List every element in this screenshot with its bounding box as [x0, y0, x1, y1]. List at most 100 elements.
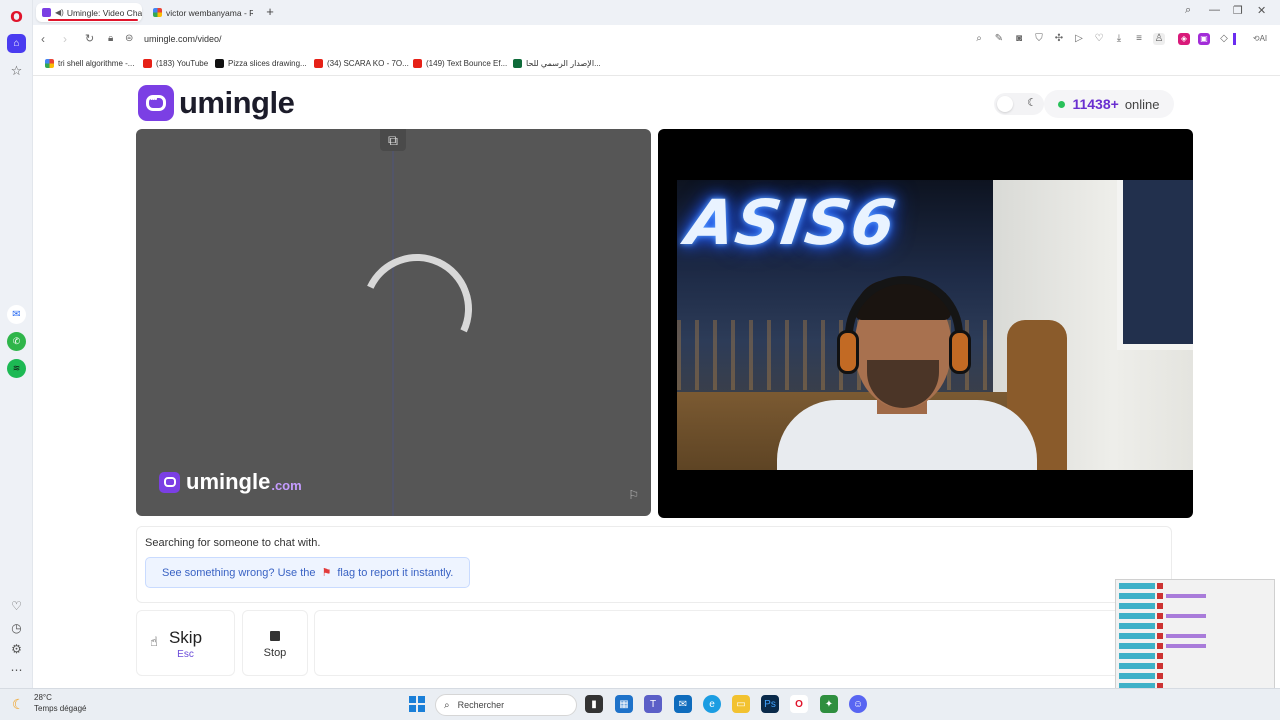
neon-sign-text: ASIS6	[681, 186, 901, 259]
chat-bubble-logo-icon	[159, 471, 180, 493]
weather-temperature[interactable]: 28°C	[34, 693, 52, 702]
calculator-app-icon[interactable]: ▦	[615, 695, 633, 713]
online-count: 11438+	[1072, 96, 1119, 112]
photoshop-app-icon[interactable]: Ps	[761, 695, 779, 713]
opera-app-icon[interactable]: O	[790, 695, 808, 713]
vpn-icon[interactable]: ◈	[1178, 33, 1190, 45]
notice-text-after: flag to report it instantly.	[337, 566, 454, 579]
notice-text-before: See something wrong? Use the	[162, 566, 316, 579]
youtube-icon	[314, 59, 323, 68]
search-placeholder: Rechercher	[457, 700, 505, 710]
star-icon[interactable]: ☆	[7, 61, 26, 80]
mail-app-icon[interactable]: ✉	[674, 695, 692, 713]
tab-umingle[interactable]: ◀) Umingle: Video Chat -	[36, 3, 142, 22]
more-icon[interactable]: ⋯	[7, 660, 26, 679]
back-icon[interactable]: ‹	[41, 32, 45, 46]
terminal-app-icon[interactable]: ▮	[585, 695, 603, 713]
bookmark-label: Pizza slices drawing...	[228, 59, 307, 68]
tab-google-search[interactable]: victor wembanyama - Rec	[147, 3, 253, 22]
minimize-icon[interactable]: —	[1209, 4, 1220, 16]
extension-icon[interactable]: ✣	[1053, 33, 1065, 45]
taskbar-search[interactable]: ⌕ Rechercher	[435, 694, 577, 716]
report-notice: See something wrong? Use the ⚑ flag to r…	[145, 557, 471, 588]
camera-icon[interactable]: ◙	[1013, 33, 1025, 45]
opera-logo-icon[interactable]: O	[7, 7, 26, 26]
stop-icon	[270, 631, 280, 641]
shield-icon[interactable]: ⛉	[1033, 33, 1045, 45]
report-flag-icon[interactable]: ⚐	[628, 488, 639, 502]
umingle-page: umingle ☾ 11438+ online ⧉ umingle .com ⚐…	[34, 77, 1280, 688]
bookmarks-bar: tri shell algorithme -... (183) YouTube …	[33, 54, 1280, 76]
lock-icon[interactable]: 🔒︎	[108, 33, 113, 44]
youtube-icon	[143, 59, 152, 68]
weather-description[interactable]: Temps dégagé	[34, 704, 86, 713]
bookmark-item[interactable]: tri shell algorithme -...	[45, 59, 134, 68]
heart-icon[interactable]: ♡	[7, 596, 26, 615]
discord-app-icon[interactable]: ☺	[849, 695, 867, 713]
close-icon[interactable]: ✕	[1257, 4, 1266, 17]
youtube-icon	[413, 59, 422, 68]
site-logo[interactable]: umingle	[138, 85, 295, 121]
stop-label: Stop	[263, 647, 287, 659]
webcam-feed: ASIS6	[677, 180, 1193, 470]
separator-icon	[1233, 33, 1236, 45]
weather-moon-icon[interactable]: ☾	[12, 696, 25, 713]
status-text: Searching for someone to chat with.	[145, 537, 321, 549]
download-icon[interactable]: ⤓	[1113, 33, 1125, 45]
stop-button[interactable]: Stop	[242, 610, 308, 676]
google-favicon-icon	[153, 8, 162, 17]
profile-icon[interactable]: ♙	[1153, 33, 1165, 45]
spotify-icon[interactable]: ≋	[7, 359, 26, 378]
chat-bubble-logo-icon	[138, 85, 174, 121]
moon-icon: ☾	[1027, 97, 1037, 109]
cube-icon[interactable]: ◇	[1218, 33, 1230, 45]
bookmark-item[interactable]: (183) YouTube	[143, 59, 208, 68]
history-icon[interactable]: ◷	[7, 618, 26, 637]
speaker-icon[interactable]: ◀)	[55, 8, 64, 17]
file-explorer-icon[interactable]: ▭	[732, 695, 750, 713]
bookmark-site-icon	[215, 59, 224, 68]
game-app-icon[interactable]: ✦	[820, 695, 838, 713]
bookmark-label: الإصدار الرسمي للحا...	[526, 59, 601, 68]
menu-icon[interactable]: ≡	[1133, 33, 1145, 45]
easysetup-icon[interactable]: ⊜	[125, 33, 133, 44]
reload-icon[interactable]: ↻	[85, 32, 94, 45]
red-flag-icon: ⚑	[321, 567, 332, 579]
logo-text: umingle	[179, 85, 295, 120]
watermark-text: umingle	[186, 469, 271, 494]
search-icon: ⌕	[444, 699, 450, 711]
edge-app-icon[interactable]: e	[703, 695, 721, 713]
popout-icon[interactable]: ⧉	[380, 129, 406, 151]
messenger-icon[interactable]: ✉	[7, 305, 26, 324]
settings-icon[interactable]: ⚙	[7, 639, 26, 658]
aria-ai-icon[interactable]: ⟲AI	[1248, 33, 1272, 45]
home-icon[interactable]: ⌂	[7, 34, 26, 53]
dark-mode-toggle[interactable]: ☾	[994, 93, 1044, 115]
heart-icon[interactable]: ♡	[1093, 33, 1105, 45]
video-watermark: umingle .com	[159, 469, 302, 495]
teams-app-icon[interactable]: T	[644, 695, 662, 713]
restore-icon[interactable]: ❐	[1233, 4, 1243, 17]
whatsapp-icon[interactable]: ✆	[7, 332, 26, 351]
chat-message-area[interactable]	[314, 610, 1172, 676]
headphone-cup-right	[949, 330, 971, 374]
bookmark-label: (34) SCARA KO - 7O...	[327, 59, 409, 68]
edit-icon[interactable]: ✎	[993, 33, 1005, 45]
chat-controls: Skip Esc Stop	[136, 610, 1172, 676]
media-icon[interactable]: ▷	[1073, 33, 1085, 45]
bookmark-item[interactable]: (149) Text Bounce Ef...	[413, 59, 507, 68]
search-tabs-icon[interactable]: ⌕	[1185, 4, 1191, 17]
wallet-icon[interactable]: ▣	[1198, 33, 1210, 45]
bookmark-site-icon	[513, 59, 522, 68]
url-field[interactable]: umingle.com/video/	[144, 34, 222, 44]
bookmark-item[interactable]: الإصدار الرسمي للحا...	[513, 59, 601, 68]
bookmark-label: (149) Text Bounce Ef...	[426, 59, 508, 68]
windows-taskbar: ☾ 28°C Temps dégagé ⌕ Rechercher ▮ ▦ T ✉…	[0, 688, 1280, 720]
search-page-icon[interactable]: ⌕	[973, 33, 985, 45]
forward-icon[interactable]: ›	[63, 32, 67, 46]
toggle-knob	[997, 96, 1013, 112]
bookmark-item[interactable]: (34) SCARA KO - 7O...	[314, 59, 409, 68]
new-tab-button[interactable]: +	[263, 5, 277, 19]
bookmark-item[interactable]: Pizza slices drawing...	[215, 59, 307, 68]
windows-start-icon[interactable]	[409, 696, 425, 712]
